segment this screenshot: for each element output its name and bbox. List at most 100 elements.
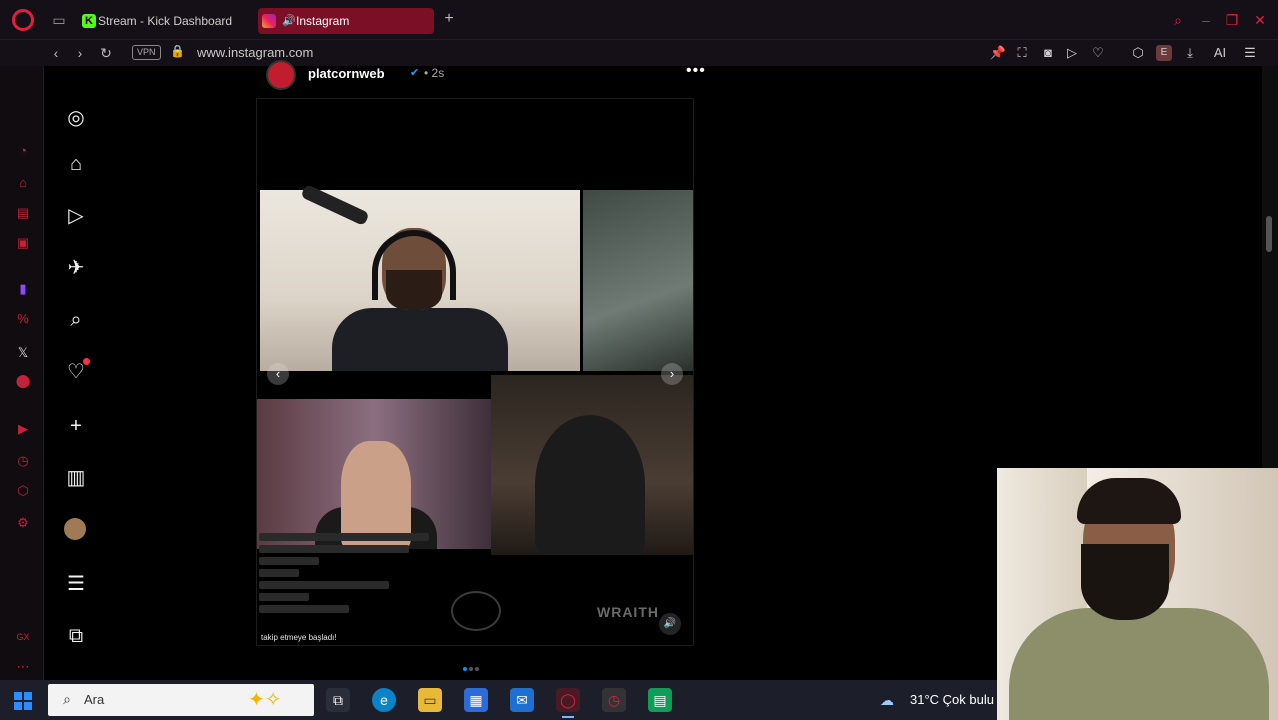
weather-temp: 31°C [910, 692, 940, 707]
store-icon[interactable]: ▦ [464, 688, 488, 712]
search-tabs-icon[interactable]: ⌕ [1168, 10, 1188, 30]
chat-line [259, 545, 409, 553]
verified-badge-icon: ✔ [410, 67, 420, 79]
streamer-webcam-overlay [997, 468, 1278, 720]
webcam-frame-bottom-left [257, 399, 491, 549]
vpn-badge[interactable]: VPN [132, 45, 161, 60]
reload-button[interactable]: ↻ [96, 43, 116, 63]
menu-icon[interactable]: ☰ [1240, 43, 1260, 63]
tab-kick-dashboard[interactable]: K Stream - Kick Dashboard [78, 8, 248, 34]
instagram-logo-icon[interactable]: ◎ [64, 106, 88, 130]
minimize-button[interactable]: – [1196, 10, 1216, 30]
gx-corner-icon[interactable]: ▣ [14, 234, 32, 252]
chat-line [259, 569, 299, 577]
person-body [332, 308, 508, 371]
notifications-heart-icon[interactable]: ♡ [64, 358, 90, 384]
clock-app-icon[interactable]: ◷ [602, 688, 626, 712]
ublock-icon[interactable]: ⬤ [14, 372, 32, 390]
carousel-next-button[interactable]: › [661, 363, 683, 385]
edge-icon[interactable]: e [372, 688, 396, 712]
gx-logo-icon[interactable]: GX [14, 628, 32, 646]
speed-dial-icon[interactable]: ◔ [14, 142, 32, 160]
profile-avatar[interactable] [64, 518, 88, 542]
carousel-dot [463, 667, 467, 671]
extension-e-icon[interactable]: E [1156, 45, 1172, 61]
workspaces-icon[interactable]: ▭ [50, 11, 68, 29]
close-window-button[interactable]: ✕ [1250, 10, 1270, 30]
play-icon[interactable]: ▷ [1062, 43, 1082, 63]
post-username[interactable]: platcornweb [308, 66, 385, 81]
extensions-sidebar-icon[interactable]: ⬡ [14, 482, 32, 500]
spreadsheet-icon[interactable]: ▤ [648, 688, 672, 712]
forward-button[interactable]: › [70, 43, 90, 63]
start-button[interactable] [14, 692, 32, 710]
opera-gx-taskbar-icon[interactable]: ◯ [556, 688, 580, 718]
chat-line [259, 593, 309, 601]
person-shirt [1009, 608, 1269, 720]
lock-icon[interactable]: 🔒 [170, 44, 185, 60]
more-menu-icon[interactable]: ☰ [64, 572, 88, 596]
post-header: platcornweb ✔ • 2s ••• [266, 60, 705, 94]
post-options-icon[interactable]: ••• [686, 62, 706, 80]
instagram-nav: ◎ ⌂ ▷ ✈ ⌕ ♡ + ▥ ☰ ⧉ [44, 66, 244, 680]
more-sidebar-icon[interactable]: ⋯ [14, 658, 32, 676]
audio-playing-icon[interactable]: 🔊 [282, 8, 296, 34]
file-explorer-icon[interactable]: ▭ [418, 688, 442, 712]
post-media[interactable]: takip etmeye başladı! WRAITH 🔊 ‹ › [256, 98, 694, 646]
instagram-favicon-icon [262, 14, 276, 28]
taskbar-search[interactable]: ⌕ Ara ✦✧ [48, 684, 314, 716]
extensions-icon[interactable]: ⬡ [1128, 43, 1148, 63]
kick-favicon-icon: K [82, 14, 96, 28]
dashboard-icon[interactable]: ▥ [64, 466, 88, 490]
download-icon[interactable]: ⤓ [1180, 43, 1200, 63]
back-button[interactable]: ‹ [46, 43, 66, 63]
chat-line [259, 533, 429, 541]
maximize-button[interactable]: ❐ [1222, 10, 1242, 30]
task-view-icon[interactable]: ⧉ [326, 688, 350, 712]
tab-label: Instagram [296, 14, 350, 28]
webcam-frame-bottom-right [491, 375, 693, 555]
address-bar-row: ‹ › ↻ VPN 🔒 www.instagram.com 📌 ⛶ ◙ ▷ ♡ … [0, 40, 1278, 66]
chat-line [259, 557, 319, 565]
new-tab-button[interactable]: + [440, 10, 458, 28]
messages-icon[interactable]: ✈ [64, 256, 88, 280]
microphone-shape [300, 183, 370, 227]
aria-ai-button[interactable]: AI [1206, 43, 1234, 63]
opera-logo-icon[interactable] [12, 9, 34, 31]
pocket-icon[interactable]: ◙ [1038, 43, 1058, 63]
percent-icon[interactable]: % [14, 310, 32, 328]
tab-instagram[interactable]: 🔊 Instagram [258, 8, 434, 34]
weather-condition: Çok bulu [942, 692, 994, 707]
heart-icon[interactable]: ♡ [1088, 43, 1108, 63]
x-twitter-icon[interactable]: 𝕏 [14, 344, 32, 362]
weather-widget[interactable]: ☁ 31°C Çok bulu [880, 690, 1000, 712]
carousel-prev-button[interactable]: ‹ [267, 363, 289, 385]
person-silhouette [535, 415, 645, 555]
player-icon[interactable]: ▶ [14, 420, 32, 438]
scroll-thumb[interactable] [1266, 216, 1272, 252]
settings-icon[interactable]: ⚙ [14, 514, 32, 532]
avatar [64, 518, 86, 540]
post-author-avatar[interactable] [266, 60, 296, 90]
person-hair [1077, 478, 1181, 524]
workspace-icon[interactable]: ⌂ [14, 174, 32, 192]
volume-icon[interactable]: 🔊 [659, 613, 681, 635]
weather-text: 31°C Çok bulu [910, 692, 994, 707]
twitch-icon[interactable]: ▮ [14, 280, 32, 298]
home-icon[interactable]: ⌂ [64, 152, 88, 176]
mail-icon[interactable]: ✉ [510, 688, 534, 712]
carousel-indicator [462, 658, 492, 671]
post-time: • 2s [424, 66, 445, 80]
create-plus-icon[interactable]: + [64, 414, 88, 438]
also-from-meta-icon[interactable]: ⧉ [64, 624, 88, 648]
tab-label: Stream - Kick Dashboard [98, 14, 233, 28]
snapshot-icon[interactable]: ⛶ [1012, 43, 1032, 63]
search-icon[interactable]: ⌕ [64, 308, 88, 332]
stream-chat-overlay: takip etmeye başladı! [257, 529, 497, 645]
tab-islands-icon[interactable]: ▤ [14, 204, 32, 222]
url-field[interactable]: www.instagram.com [197, 45, 313, 60]
reels-icon[interactable]: ▷ [64, 204, 88, 228]
person-beard [1081, 544, 1169, 620]
history-icon[interactable]: ◷ [14, 452, 32, 470]
pin-icon[interactable]: 📌 [988, 43, 1008, 63]
